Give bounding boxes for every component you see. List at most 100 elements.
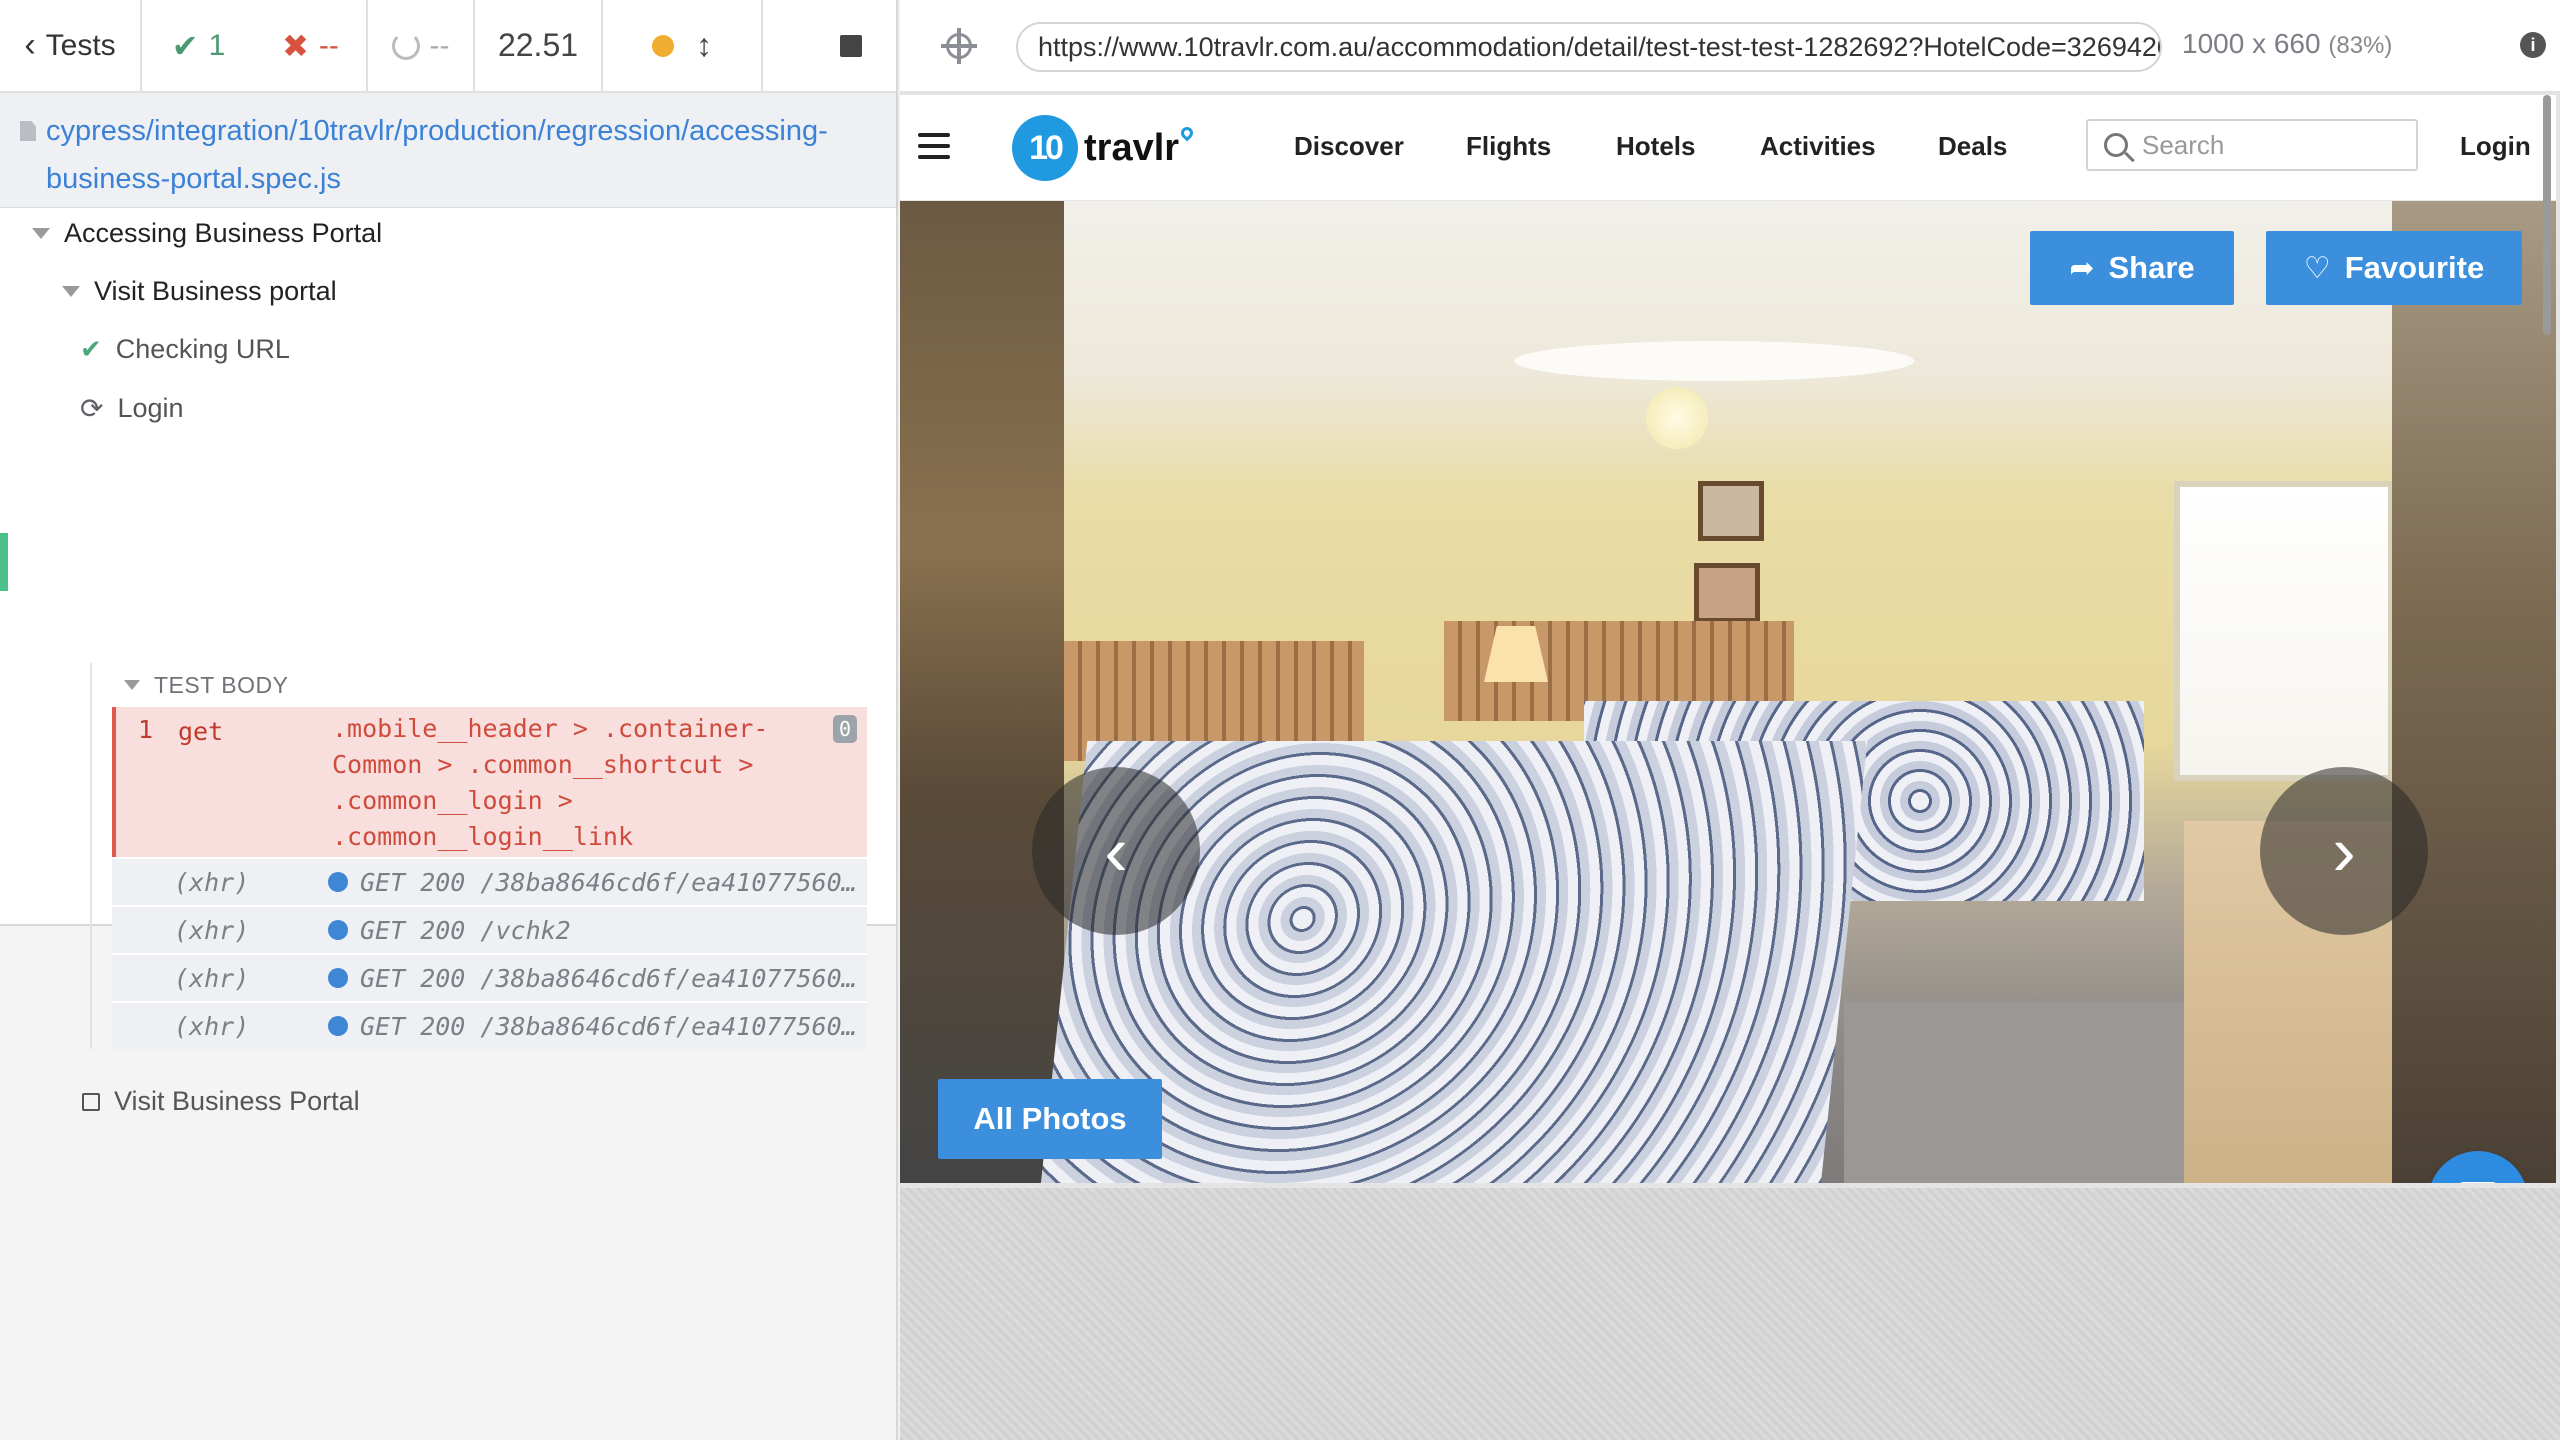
suite-accessing-business-portal[interactable]: Accessing Business Portal	[32, 218, 382, 249]
next-photo-button[interactable]: ›	[2260, 767, 2428, 935]
xhr-request: GET 200 /vchk2	[360, 915, 571, 945]
chevron-left-icon: ‹	[24, 26, 36, 64]
test-title: Login	[117, 393, 184, 423]
failed-count-value: --	[318, 28, 339, 62]
checkbox-icon	[82, 1092, 100, 1111]
viewport-scale: (83%)	[2328, 32, 2393, 59]
website-frame: 10 travlr Discover Flights Hotels Activi…	[900, 95, 2556, 1183]
chat-icon	[2456, 1182, 2500, 1183]
logo-text: travlr	[1084, 126, 1180, 169]
empty-viewport-area	[900, 1188, 2560, 1440]
previous-photo-button[interactable]: ‹	[1032, 767, 1200, 935]
favourite-label: Favourite	[2344, 250, 2485, 285]
viewport-size: 1000 x 660 (83%)	[2182, 28, 2392, 60]
passed-count: ✔ 1	[142, 0, 255, 91]
stop-button[interactable]	[763, 0, 896, 91]
test-reporter: Accessing Business Portal Visit Business…	[0, 208, 896, 1116]
auto-scroll-icon[interactable]: ↕	[696, 27, 712, 64]
xhr-request: GET 200 /38ba8646cd6f/ea410775604…	[360, 867, 867, 897]
login-link[interactable]: Login	[2460, 131, 2531, 162]
suite-visit-business-portal[interactable]: Visit Business portal	[62, 276, 337, 307]
running-indicator-icon	[652, 34, 674, 57]
xhr-row[interactable]: (xhr) GET 200 /38ba8646cd6f/ea410775604…	[112, 857, 867, 905]
app-under-test: https://www.10travlr.com.au/accommodatio…	[900, 0, 2560, 1440]
carpet	[1844, 1001, 2224, 1183]
info-icon[interactable]: i	[2520, 32, 2546, 58]
test-login[interactable]: ⟳ Login	[80, 392, 184, 425]
aut-header: https://www.10travlr.com.au/accommodatio…	[900, 0, 2560, 93]
location-pin-icon	[1178, 124, 1196, 142]
runner-header: ‹ Tests ✔ 1 ✖ -- -- 22.51 ↕	[0, 0, 896, 93]
selector-playground-icon[interactable]	[941, 27, 977, 64]
nav-activities[interactable]: Activities	[1760, 131, 1876, 162]
wall-picture	[1694, 563, 1760, 623]
test-body-commands: TEST BODY 1 get .mobile__header > .conta…	[90, 663, 870, 1049]
auto-scroll-control[interactable]: ↕	[603, 0, 763, 91]
all-photos-button[interactable]: All Photos	[938, 1079, 1162, 1159]
spec-file-path[interactable]: cypress/integration/10travlr/production/…	[0, 93, 896, 208]
pending-count: --	[368, 0, 475, 91]
chevron-right-icon: ›	[2332, 812, 2356, 890]
pending-count-value: --	[429, 28, 450, 62]
xhr-request: GET 200 /38ba8646cd6f/ea410775604…	[360, 963, 867, 993]
nav-discover[interactable]: Discover	[1294, 131, 1404, 162]
xhr-type: (xhr)	[174, 963, 250, 993]
xhr-row[interactable]: (xhr) GET 200 /38ba8646cd6f/ea410775604…	[112, 953, 867, 1001]
chevron-left-icon: ‹	[1104, 812, 1128, 890]
site-navbar: 10 travlr Discover Flights Hotels Activi…	[900, 95, 2556, 201]
xhr-row[interactable]: (xhr) GET 200 /vchk2	[112, 905, 867, 953]
xhr-row[interactable]: (xhr) GET 200 /38ba8646cd6f/ea410775604…	[112, 1001, 867, 1049]
stop-icon	[840, 34, 862, 57]
cypress-runner-panel: ‹ Tests ✔ 1 ✖ -- -- 22.51 ↕ cypress/inte…	[0, 0, 898, 1440]
test-checking-url[interactable]: ✔ Checking URL	[80, 334, 290, 365]
room-window	[2174, 481, 2394, 781]
tests-back-label: Tests	[45, 28, 116, 62]
hotel-room-photo	[1040, 201, 2444, 1183]
file-icon	[20, 121, 36, 141]
next-photo-preview	[2392, 201, 2556, 1183]
failed-count: ✖ --	[255, 0, 368, 91]
element-count-badge: 0	[832, 715, 857, 743]
favourite-button[interactable]: ♡ Favourite	[2266, 231, 2522, 305]
spinner-icon	[391, 31, 420, 60]
xhr-type: (xhr)	[174, 867, 250, 897]
tests-back-button[interactable]: ‹ Tests	[0, 0, 142, 91]
test-title: Checking URL	[115, 334, 290, 364]
search-icon	[2104, 133, 2128, 157]
nav-flights[interactable]: Flights	[1466, 131, 1551, 162]
test-body-label: TEST BODY	[154, 671, 289, 698]
previous-photo-preview	[900, 201, 1064, 1183]
ceiling-light	[1646, 387, 1708, 449]
hamburger-menu-icon[interactable]	[918, 133, 950, 159]
failed-command-row[interactable]: 1 get .mobile__header > .container-Commo…	[112, 707, 867, 857]
collapse-triangle-icon	[62, 286, 80, 297]
nav-deals[interactable]: Deals	[1938, 131, 2007, 162]
heart-icon: ♡	[2303, 251, 2331, 285]
share-arrow-icon: ➦	[2069, 251, 2095, 285]
command-number: 1	[138, 715, 154, 744]
xhr-type: (xhr)	[174, 1011, 250, 1041]
command-name: get	[178, 717, 224, 746]
x-icon: ✖	[282, 27, 309, 64]
suite-title: Accessing Business Portal	[64, 218, 383, 248]
search-placeholder: Search	[2142, 129, 2225, 160]
site-logo[interactable]: 10 travlr	[1012, 115, 1196, 181]
page-scrollbar[interactable]	[2543, 95, 2551, 335]
test-body-header[interactable]: TEST BODY	[92, 663, 870, 707]
spec-path-link[interactable]: cypress/integration/10travlr/production/…	[46, 107, 876, 203]
logo-badge: 10	[1012, 115, 1078, 181]
hotel-photo-carousel: ‹ › ➦ Share ♡ Favourite All Photos	[900, 201, 2556, 1183]
xhr-request: GET 200 /38ba8646cd6f/ea410775604…	[360, 1011, 867, 1041]
ceiling-fan	[1514, 341, 1914, 381]
nav-hotels[interactable]: Hotels	[1616, 131, 1695, 162]
sub-suite-title: Visit Business portal	[94, 276, 337, 306]
check-icon: ✔	[171, 27, 199, 64]
check-icon: ✔	[80, 334, 102, 364]
status-dot-icon	[328, 920, 348, 940]
test-visit-business-portal[interactable]: Visit Business Portal	[82, 1086, 360, 1117]
status-dot-icon	[328, 872, 348, 892]
share-button[interactable]: ➦ Share	[2030, 231, 2234, 305]
site-search-input[interactable]: Search	[2086, 119, 2418, 171]
url-bar[interactable]: https://www.10travlr.com.au/accommodatio…	[1016, 22, 2162, 72]
command-selector: .mobile__header > .container-Common > .c…	[332, 714, 769, 851]
